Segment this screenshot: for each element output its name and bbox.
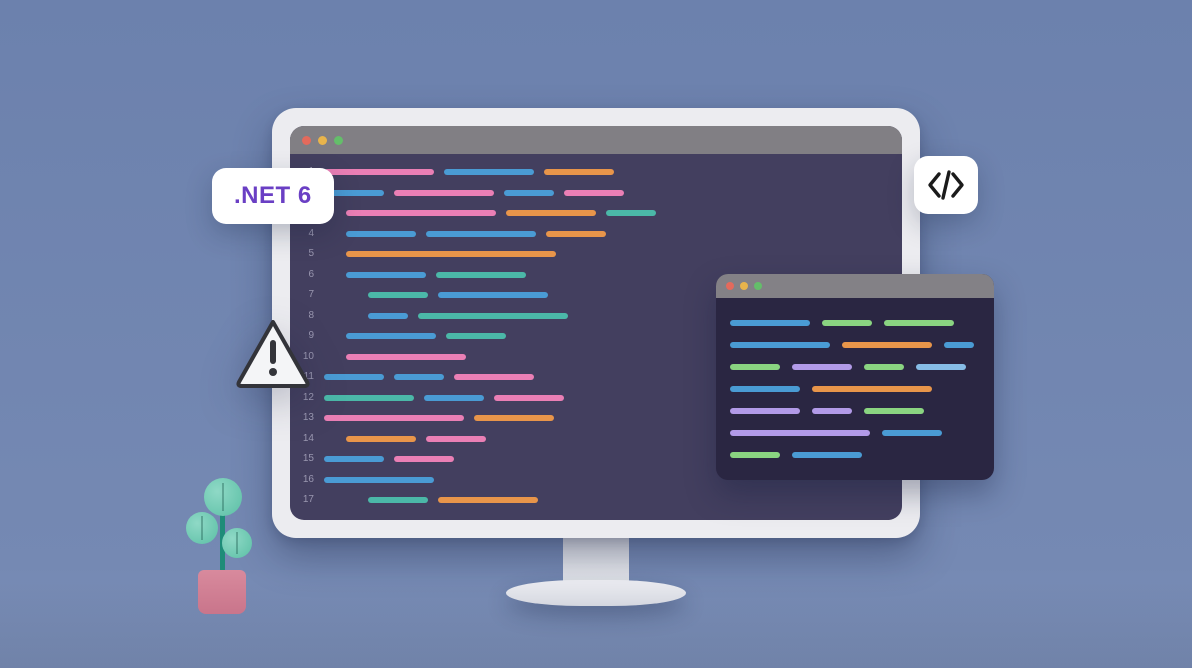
line-number: 13 xyxy=(290,408,322,429)
close-icon xyxy=(726,282,734,290)
secondary-titlebar xyxy=(716,274,994,298)
secondary-window xyxy=(716,274,994,480)
monitor-base xyxy=(506,580,686,606)
plant-leaf xyxy=(222,528,252,558)
net6-label: .NET 6 xyxy=(234,182,312,209)
code-icon xyxy=(927,170,965,200)
net6-badge: .NET 6 xyxy=(212,168,334,224)
minimize-icon xyxy=(740,282,748,290)
plant-decoration xyxy=(184,464,264,614)
maximize-icon xyxy=(334,136,343,145)
editor-titlebar xyxy=(290,126,902,154)
line-number: 14 xyxy=(290,429,322,450)
plant-leaf xyxy=(204,478,242,516)
line-number: 6 xyxy=(290,265,322,286)
plant-pot xyxy=(198,570,246,614)
warning-icon xyxy=(236,320,310,388)
plant-leaf xyxy=(186,512,218,544)
line-number: 4 xyxy=(290,224,322,245)
line-number: 7 xyxy=(290,285,322,306)
line-number: 12 xyxy=(290,388,322,409)
code-icon-card xyxy=(914,156,978,214)
secondary-code-area xyxy=(716,298,994,476)
maximize-icon xyxy=(754,282,762,290)
minimize-icon xyxy=(318,136,327,145)
line-number: 16 xyxy=(290,470,322,491)
line-number: 15 xyxy=(290,449,322,470)
line-number: 17 xyxy=(290,490,322,511)
line-number: 5 xyxy=(290,244,322,265)
close-icon xyxy=(302,136,311,145)
